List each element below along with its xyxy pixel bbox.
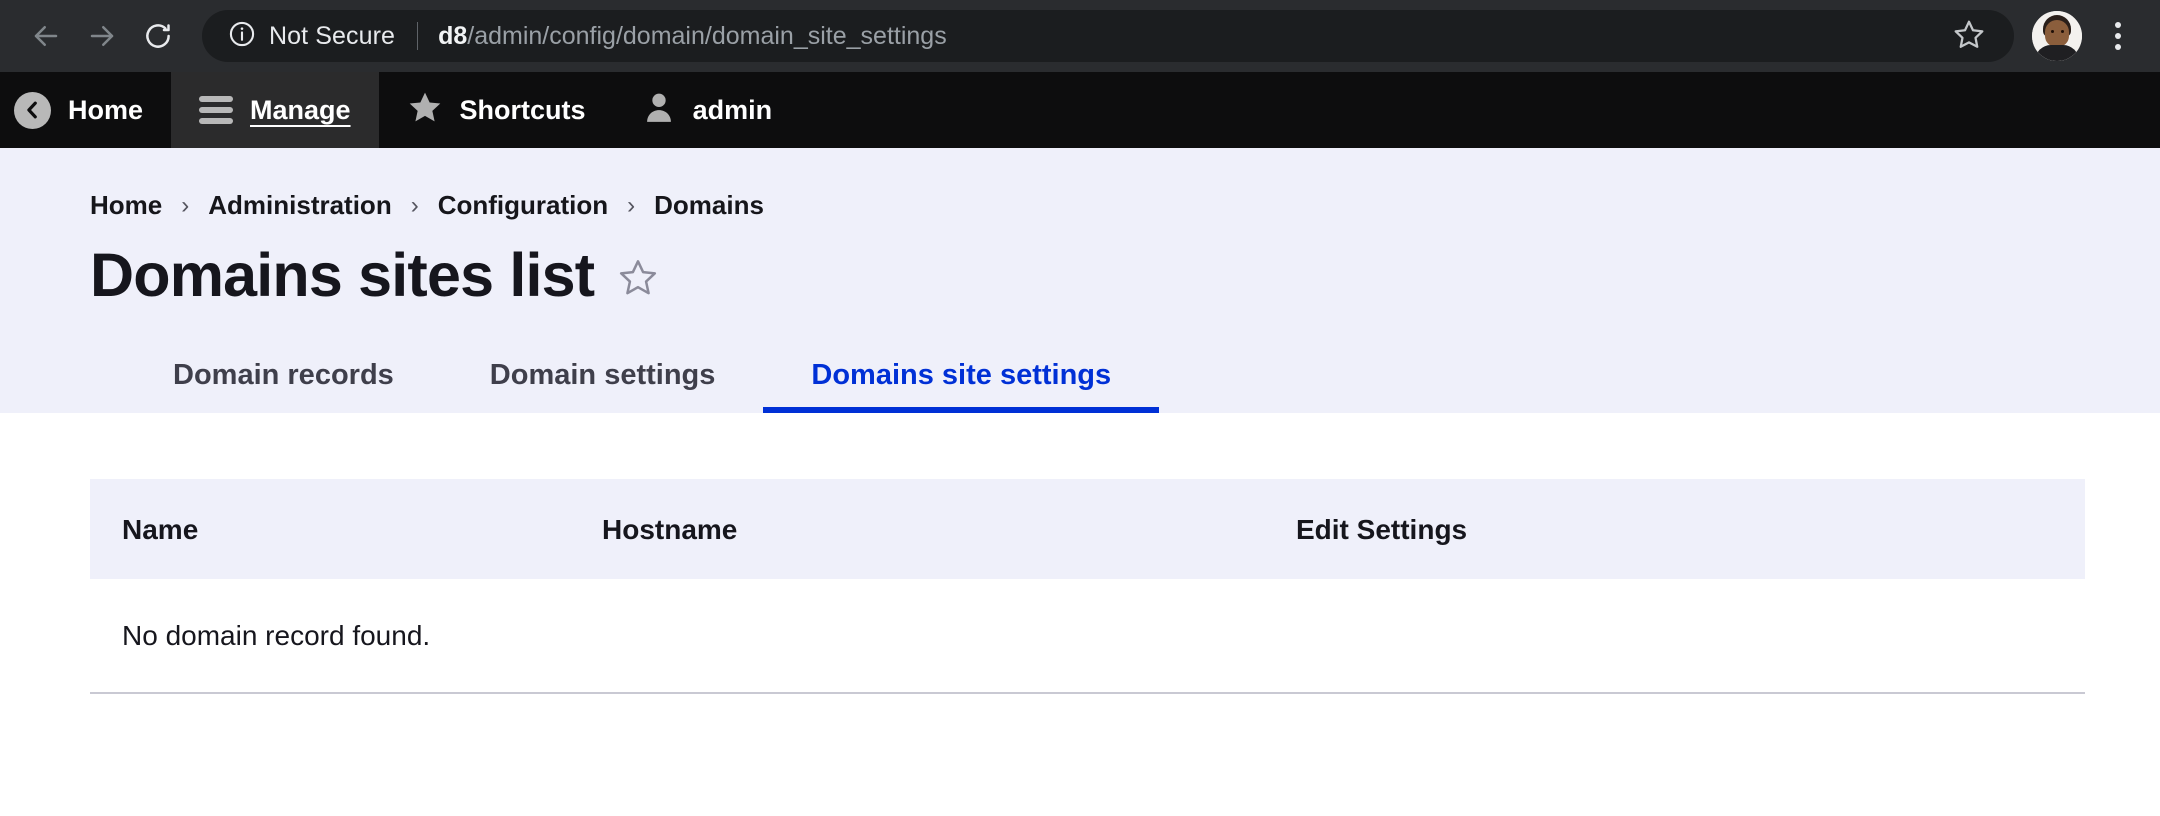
back-button[interactable] bbox=[18, 8, 74, 64]
column-header-hostname: Hostname bbox=[570, 479, 1264, 580]
breadcrumb-item-administration[interactable]: Administration bbox=[208, 190, 391, 221]
home-back-circle-icon bbox=[14, 91, 51, 129]
hamburger-icon bbox=[199, 96, 234, 124]
browser-toolbar: Not Secure d8/admin/config/domain/domain… bbox=[0, 0, 2160, 72]
toolbar-item-shortcuts[interactable]: Shortcuts bbox=[379, 72, 614, 148]
url-text[interactable]: d8/admin/config/domain/domain_site_setti… bbox=[438, 22, 1938, 51]
toolbar-item-home[interactable]: Home bbox=[0, 72, 171, 148]
column-header-name: Name bbox=[90, 479, 570, 580]
table-row-empty: No domain record found. bbox=[90, 579, 2085, 695]
page-title: Domains sites list bbox=[90, 241, 595, 309]
primary-tabs: Domain records Domain settings Domains s… bbox=[0, 307, 2160, 414]
breadcrumb-separator: › bbox=[181, 191, 190, 219]
star-outline-icon bbox=[1953, 18, 1985, 55]
address-bar[interactable]: Not Secure d8/admin/config/domain/domain… bbox=[202, 10, 2014, 62]
info-circle-icon bbox=[228, 20, 256, 53]
url-path: /admin/config/domain/domain_site_setting… bbox=[467, 21, 947, 50]
breadcrumb-item-home[interactable]: Home bbox=[90, 190, 162, 221]
tab-domain-settings[interactable]: Domain settings bbox=[442, 361, 764, 413]
security-label: Not Secure bbox=[269, 21, 396, 50]
bookmark-button[interactable] bbox=[1938, 10, 2000, 62]
omnibox-divider bbox=[417, 22, 419, 50]
main-content: Name Hostname Edit Settings No domain re… bbox=[0, 413, 2160, 786]
table-header: Name Hostname Edit Settings bbox=[90, 479, 2085, 580]
profile-avatar[interactable] bbox=[2032, 11, 2082, 61]
tab-domains-site-settings[interactable]: Domains site settings bbox=[763, 361, 1160, 414]
browser-menu-button[interactable] bbox=[2094, 10, 2142, 62]
toolbar-item-home-label: Home bbox=[68, 94, 144, 125]
toolbar-item-manage[interactable]: Manage bbox=[171, 72, 379, 148]
page-title-row: Domains sites list bbox=[0, 221, 2160, 307]
domains-table-wrapper: Name Hostname Edit Settings No domain re… bbox=[90, 479, 2085, 695]
toolbar-item-shortcuts-label: Shortcuts bbox=[459, 94, 586, 125]
security-status[interactable]: Not Secure bbox=[228, 20, 395, 53]
person-icon bbox=[642, 90, 676, 131]
arrow-left-icon bbox=[31, 21, 61, 51]
url-host: d8 bbox=[438, 21, 468, 50]
forward-button[interactable] bbox=[74, 8, 130, 64]
breadcrumb-separator: › bbox=[627, 191, 636, 219]
tab-domain-records[interactable]: Domain records bbox=[125, 361, 442, 413]
breadcrumb-separator: › bbox=[410, 191, 419, 219]
breadcrumb-item-domains[interactable]: Domains bbox=[654, 190, 764, 221]
breadcrumb-item-configuration[interactable]: Configuration bbox=[438, 190, 608, 221]
arrow-right-icon bbox=[87, 21, 117, 51]
toolbar-item-manage-label: Manage bbox=[250, 94, 351, 125]
reload-icon bbox=[143, 21, 173, 51]
table-header-row: Name Hostname Edit Settings bbox=[90, 479, 2085, 580]
breadcrumb: Home › Administration › Configuration › … bbox=[0, 148, 2160, 221]
column-header-edit-settings: Edit Settings bbox=[1264, 479, 2085, 580]
toolbar-item-admin-label: admin bbox=[692, 94, 773, 125]
table-body: No domain record found. bbox=[90, 579, 2085, 695]
domains-table: Name Hostname Edit Settings No domain re… bbox=[90, 479, 2085, 695]
empty-message: No domain record found. bbox=[90, 579, 2085, 695]
reload-button[interactable] bbox=[130, 8, 186, 64]
drupal-admin-toolbar: Home Manage Shortcuts admin bbox=[0, 72, 2160, 148]
page-header: Home › Administration › Configuration › … bbox=[0, 148, 2160, 414]
star-filled-icon bbox=[407, 89, 443, 132]
star-outline-icon[interactable] bbox=[618, 257, 658, 302]
toolbar-item-admin[interactable]: admin bbox=[614, 72, 801, 148]
